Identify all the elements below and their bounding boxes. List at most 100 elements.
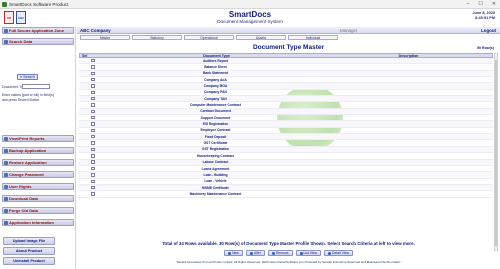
document-type-cell: Labour Contract (202, 160, 229, 165)
row-checkbox[interactable] (91, 84, 95, 88)
upload-image-file-button[interactable]: Upload Image File (3, 237, 55, 245)
search-button-label: Search (23, 75, 36, 79)
backup-icon (4, 148, 8, 153)
close-icon[interactable]: ✕ (492, 1, 496, 7)
application-information-button[interactable]: Application Information (2, 219, 74, 226)
uninstall-product-button[interactable]: Uninstall Product (3, 257, 55, 265)
row-checkbox[interactable] (91, 78, 95, 82)
main-content: ABC Company Manager Logout Master Statut… (77, 27, 500, 269)
app-header: SD ABC SmartDocs Document Management Sys… (0, 9, 500, 27)
total-summary: Total of 34 Rows available. 30 Row(s) of… (162, 241, 415, 246)
user-icon (4, 184, 8, 189)
app-icon (2, 1, 7, 7)
row-checkbox[interactable] (91, 97, 95, 101)
row-checkbox[interactable] (91, 109, 95, 114)
row-select-cell (79, 166, 107, 171)
row-checkbox[interactable] (91, 65, 95, 69)
row-checkbox[interactable] (91, 128, 95, 133)
restore-application-button[interactable]: Restore Application (2, 159, 74, 166)
app-window: SmartDocs Software Product – ☐ ✕ SD ABC … (0, 0, 500, 269)
magnifier-icon: ⌕ (20, 75, 23, 79)
row-checkbox[interactable] (91, 166, 95, 171)
remove-button[interactable]: Remove (267, 250, 293, 256)
document-type-cell: Balance Sheet (204, 65, 227, 70)
lock-icon (4, 28, 8, 33)
document-type-cell: Bank Statement (203, 71, 228, 76)
table-body: Auditors Report Balance Sheet Bank Stateme… (79, 58, 493, 198)
document-type-cell: Company TAN (204, 96, 227, 101)
column-header-document-type: Document Type (203, 54, 230, 58)
scrollbar-thumb[interactable] (495, 60, 497, 246)
tab-statutory[interactable]: Statutory (132, 35, 182, 40)
window-controls: – ☐ ✕ (467, 1, 500, 7)
view-print-reports-button[interactable]: View/Print Reports (2, 135, 74, 142)
row-select-cell (79, 154, 107, 158)
row-checkbox[interactable] (91, 147, 95, 152)
column-header-description: Description (398, 54, 419, 58)
row-checkbox[interactable] (91, 173, 95, 177)
row-checkbox[interactable] (91, 160, 95, 164)
tab-assets[interactable]: Assets (236, 35, 286, 40)
document-type-cell: Computer Maintenance Contract (190, 103, 241, 108)
list-view-button[interactable]: List View (295, 250, 322, 256)
search-data-label: Search Data (9, 39, 33, 44)
doctype-input[interactable] (22, 84, 50, 89)
tab-individual[interactable]: Individual (288, 35, 338, 40)
tab-master[interactable]: Master (80, 35, 130, 40)
row-checkbox[interactable] (91, 135, 95, 139)
user-rights-button[interactable]: User Rights (2, 183, 74, 190)
new-button[interactable]: New (224, 250, 243, 256)
restore-icon (4, 160, 8, 165)
menu-label: Application Information (9, 220, 54, 225)
search-data-button[interactable]: Search Data (2, 38, 74, 45)
print-icon (4, 136, 8, 141)
brand-title: SmartDocs (228, 10, 272, 19)
maximize-icon[interactable]: ☐ (478, 1, 482, 7)
detail-view-icon (328, 251, 332, 255)
row-checkbox[interactable] (91, 90, 95, 95)
secure-zone-button[interactable]: Full Secure Application Zone (2, 27, 74, 34)
alter-button[interactable]: Alter (245, 250, 265, 256)
row-select-cell (79, 192, 107, 196)
document-type-cell: Contract Document (200, 109, 231, 114)
menu-label: View/Print Reports (9, 136, 45, 141)
purge-old-data-button[interactable]: Purge Old Data (2, 207, 74, 214)
row-checkbox[interactable] (91, 116, 95, 120)
document-type-cell: Support Document (200, 115, 231, 120)
table-row[interactable]: Machinery Maintenance Contract (79, 191, 493, 198)
row-checkbox[interactable] (91, 141, 95, 145)
tab-operational[interactable]: Operational (184, 35, 234, 40)
table-scrollbar[interactable] (494, 53, 498, 251)
row-checkbox[interactable] (91, 154, 95, 158)
menu-label: Download Data (9, 196, 38, 201)
row-checkbox[interactable] (91, 122, 95, 126)
brand-subtitle: Document Management System (217, 19, 283, 24)
row-select-cell (79, 147, 107, 152)
alter-icon (249, 251, 253, 255)
download-data-button[interactable]: Download Data (2, 195, 74, 202)
row-checkbox[interactable] (91, 179, 95, 183)
category-tabs: Master Statutory Operational Assets Indi… (77, 35, 500, 40)
document-type-cell: Company MOA (203, 84, 228, 89)
backup-application-button[interactable]: Backup Application (2, 147, 74, 154)
search-button[interactable]: ⌕ Search (17, 74, 39, 80)
row-select-cell (79, 65, 107, 69)
minimize-icon[interactable]: – (467, 1, 470, 7)
row-checkbox[interactable] (91, 185, 95, 190)
about-product-button[interactable]: About Product (3, 247, 55, 255)
document-type-cell: GST Registration (202, 147, 229, 152)
company-bar: ABC Company Manager Logout (77, 27, 500, 34)
row-checkbox[interactable] (91, 71, 95, 76)
row-checkbox[interactable] (91, 58, 95, 63)
logout-link[interactable]: Logout (481, 28, 496, 33)
detail-view-button[interactable]: Detail View (324, 250, 353, 256)
row-select-cell (79, 128, 107, 133)
change-password-button[interactable]: Change Password (2, 171, 74, 178)
window-titlebar: SmartDocs Software Product – ☐ ✕ (0, 0, 500, 9)
window-title: SmartDocs Software Product (9, 1, 69, 7)
new-label: New (232, 251, 239, 255)
menu-label: User Rights (9, 184, 32, 189)
row-checkbox[interactable] (91, 192, 95, 196)
row-checkbox[interactable] (91, 103, 95, 107)
download-icon (4, 196, 8, 201)
